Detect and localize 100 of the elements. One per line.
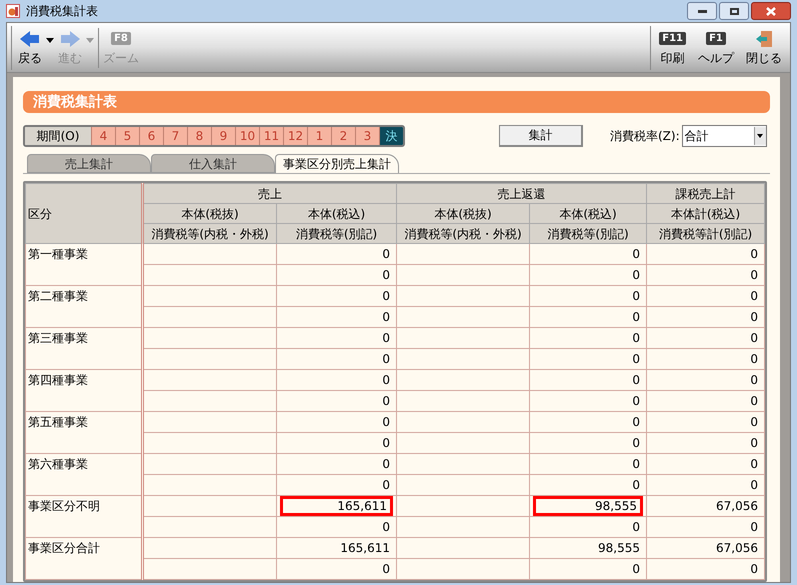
- table-cell-text: 0: [749, 456, 759, 473]
- period-option[interactable]: 9: [211, 126, 235, 144]
- period-option[interactable]: 10: [235, 126, 259, 144]
- table-cell-text: 0: [631, 267, 641, 284]
- row-label: 第六種事業: [26, 454, 142, 496]
- row-label: 第四種事業: [26, 370, 142, 412]
- column-header: 消費税等(別記): [530, 224, 646, 244]
- period-option[interactable]: 4: [91, 126, 115, 144]
- row-label: 第五種事業: [26, 412, 142, 454]
- row-label: 事業区分合計: [26, 538, 142, 580]
- table-cell-text: 0: [631, 456, 641, 473]
- back-arrow-icon: [20, 30, 40, 46]
- column-header: 消費税等計(別記): [646, 224, 764, 244]
- table-cell-text: 0: [749, 330, 759, 347]
- tab[interactable]: 事業区分別売上集計: [275, 154, 399, 173]
- minimize-button[interactable]: [687, 2, 717, 20]
- dropdown-caret-icon[interactable]: [46, 38, 54, 43]
- table-cell-text: 0: [381, 372, 391, 389]
- table-cell-text: 98,555: [597, 540, 641, 557]
- period-option[interactable]: 決: [379, 126, 403, 144]
- tax-rate-label: 消費税率(Z):: [610, 128, 680, 144]
- period-option[interactable]: 3: [355, 126, 379, 144]
- tab[interactable]: 売上集計: [27, 154, 151, 173]
- app-icon: [6, 4, 20, 18]
- table-cell-text: 0: [631, 414, 641, 431]
- table-cell-text: 0: [381, 414, 391, 431]
- period-option[interactable]: 5: [115, 126, 139, 144]
- table-cell-text: 0: [631, 246, 641, 263]
- period-option[interactable]: 6: [139, 126, 163, 144]
- table-cell-text: 0: [381, 246, 391, 263]
- toolbar-button[interactable]: 閉じる: [742, 26, 786, 70]
- table-cell-text: 0: [749, 519, 759, 536]
- table-cell-text: 0: [381, 477, 391, 494]
- row-label: 第一種事業: [26, 244, 142, 286]
- table-cell-text: 0: [381, 561, 391, 578]
- table-cell-text: 0: [381, 351, 391, 368]
- table-cell-text: 67,056: [715, 498, 759, 515]
- table-cell-text: 0: [381, 330, 391, 347]
- window-title: 消費税集計表: [26, 3, 98, 20]
- table-cell-text: 0: [631, 477, 641, 494]
- maximize-button[interactable]: [719, 2, 749, 20]
- table-cell-text: 0: [631, 330, 641, 347]
- function-key-icon: F1: [706, 32, 726, 45]
- table-cell-text: 0: [631, 288, 641, 305]
- table-cell-text: 0: [749, 372, 759, 389]
- table-cell-text: 0: [631, 561, 641, 578]
- close-icon: [766, 6, 776, 16]
- tax-rate-dropdown[interactable]: 合計: [682, 124, 767, 146]
- function-key-icon: F8: [111, 32, 131, 45]
- toolbar-button[interactable]: F11 印刷: [655, 26, 690, 70]
- table-cell-text: 0: [749, 477, 759, 494]
- period-option[interactable]: 1: [307, 126, 331, 144]
- table-cell-text: 0: [749, 393, 759, 410]
- section-header: 消費税集計表: [23, 91, 770, 113]
- toolbar-button[interactable]: 戻る: [14, 26, 46, 70]
- column-header: 消費税等(内税・外税): [396, 224, 530, 244]
- table-cell: 98,555: [533, 496, 643, 516]
- close-button[interactable]: [751, 2, 791, 20]
- column-header: 区分: [26, 184, 142, 244]
- table-cell-text: 0: [749, 288, 759, 305]
- table-cell-text: 0: [749, 351, 759, 368]
- column-header: 課税売上計: [646, 184, 764, 204]
- column-header: 売上返還: [396, 184, 646, 204]
- row-label: 第三種事業: [26, 328, 142, 370]
- column-header: 消費税等(内税・外税): [142, 224, 276, 244]
- table-cell-text: 0: [749, 267, 759, 284]
- table-cell-text: 0: [631, 372, 641, 389]
- period-option[interactable]: 12: [283, 126, 307, 144]
- table-cell-text: 0: [381, 435, 391, 452]
- row-label: 第二種事業: [26, 286, 142, 328]
- table-cell-text: 0: [749, 435, 759, 452]
- table-cell-text: 67,056: [715, 540, 759, 557]
- table-cell-text: 0: [381, 267, 391, 284]
- table-cell-text: 0: [381, 309, 391, 326]
- column-header: 消費税等(別記): [276, 224, 396, 244]
- table-cell-text: 0: [381, 519, 391, 536]
- aggregate-button[interactable]: 集計: [499, 124, 583, 146]
- toolbar-button[interactable]: F1 ヘルプ: [694, 26, 738, 70]
- table-cell-text: 0: [631, 351, 641, 368]
- table-cell-text: 0: [631, 309, 641, 326]
- dropdown-caret-icon: [757, 134, 764, 138]
- period-option[interactable]: 8: [187, 126, 211, 144]
- table-cell-text: 0: [381, 456, 391, 473]
- table-cell-text: 0: [381, 288, 391, 305]
- tab[interactable]: 仕入集計: [151, 154, 275, 173]
- table-cell-text: 0: [631, 393, 641, 410]
- table-cell-text: 0: [749, 309, 759, 326]
- period-option[interactable]: 11: [259, 126, 283, 144]
- table-cell-text: 0: [381, 393, 391, 410]
- table-cell-text: 0: [749, 414, 759, 431]
- forward-arrow-icon: [60, 30, 80, 46]
- row-label: 事業区分不明: [26, 496, 142, 538]
- function-key-icon: F11: [659, 32, 686, 45]
- table-cell-text: 0: [749, 561, 759, 578]
- table-cell-text: 0: [631, 435, 641, 452]
- table-cell-text: 0: [631, 519, 641, 536]
- table-cell: 165,611: [280, 496, 393, 516]
- period-option[interactable]: 2: [331, 126, 355, 144]
- table-cell-text: 0: [749, 246, 759, 263]
- period-option[interactable]: 7: [163, 126, 187, 144]
